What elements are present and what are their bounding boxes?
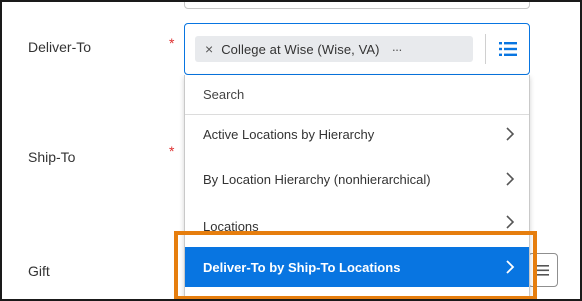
option-active-locations-by-hierarchy[interactable]: Active Locations by Hierarchy	[185, 115, 529, 153]
location-dropdown: Search Active Locations by Hierarchy By …	[184, 75, 530, 297]
option-label: Deliver-To by Ship-To Locations	[203, 259, 401, 275]
selected-location-text: College at Wise (Wise, VA)	[221, 41, 380, 57]
option-deliver-to-by-ship-to-locations[interactable]: Deliver-To by Ship-To Locations	[185, 247, 529, 287]
remove-selection-icon[interactable]: ×	[205, 41, 213, 57]
deliver-to-input[interactable]: × College at Wise (Wise, VA) ···	[184, 23, 530, 75]
input-divider	[485, 34, 486, 64]
previous-field-edge	[184, 2, 530, 9]
option-label: Locations	[203, 218, 259, 234]
list-icon[interactable]	[497, 38, 519, 60]
more-options-icon[interactable]: ···	[392, 42, 403, 57]
ship-to-required-mark: *	[169, 143, 175, 159]
option-by-location-hierarchy[interactable]: By Location Hierarchy (nonhierarchical)	[185, 153, 529, 205]
menu-icon	[536, 265, 549, 276]
chevron-right-icon	[506, 127, 515, 141]
chevron-right-icon	[506, 215, 515, 229]
ship-to-label: Ship-To	[28, 149, 76, 165]
option-locations[interactable]: Locations	[185, 205, 529, 239]
chevron-right-icon	[506, 260, 515, 274]
option-label: By Location Hierarchy (nonhierarchical)	[203, 171, 431, 187]
selected-location-pill[interactable]: × College at Wise (Wise, VA) ···	[195, 36, 473, 62]
option-label: Active Locations by Hierarchy	[203, 126, 375, 142]
search-placeholder: Search	[203, 87, 245, 102]
gift-field-button[interactable]	[528, 253, 558, 287]
gift-label: Gift	[28, 263, 50, 279]
screenshot-frame: Deliver-To * × College at Wise (Wise, VA…	[0, 0, 582, 301]
deliver-to-label: Deliver-To	[28, 39, 92, 55]
search-input[interactable]: Search	[185, 75, 529, 115]
chevron-right-icon	[506, 172, 515, 186]
deliver-to-required-mark: *	[169, 35, 175, 51]
